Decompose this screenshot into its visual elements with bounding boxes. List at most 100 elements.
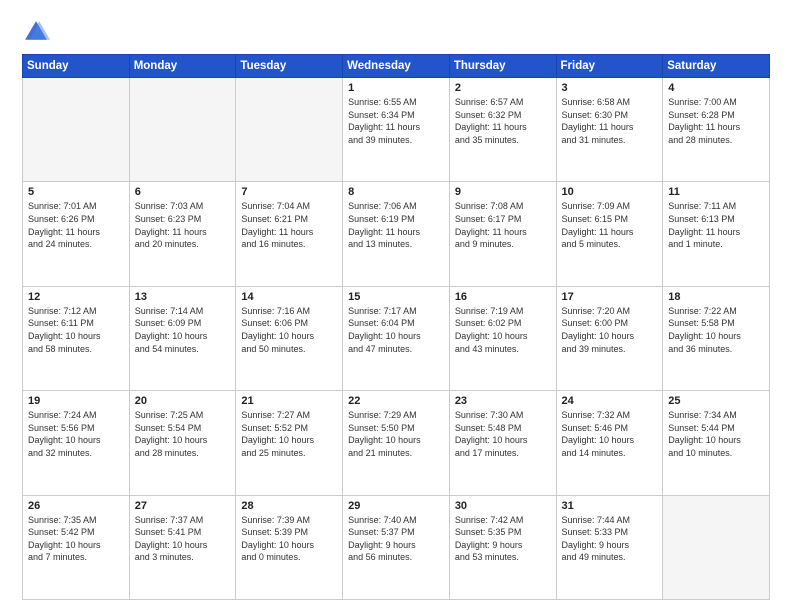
week-row-3: 12 Sunrise: 7:12 AM Sunset: 6:11 PM Dayli… (23, 286, 770, 390)
day-info: Sunrise: 7:19 AM Sunset: 6:02 PM Dayligh… (455, 305, 551, 355)
day-info: Sunrise: 7:17 AM Sunset: 6:04 PM Dayligh… (348, 305, 444, 355)
calendar-cell: 12 Sunrise: 7:12 AM Sunset: 6:11 PM Dayli… (23, 286, 130, 390)
day-info: Sunrise: 6:57 AM Sunset: 6:32 PM Dayligh… (455, 96, 551, 146)
calendar-cell: 7 Sunrise: 7:04 AM Sunset: 6:21 PM Daylig… (236, 182, 343, 286)
calendar-cell: 8 Sunrise: 7:06 AM Sunset: 6:19 PM Daylig… (343, 182, 450, 286)
day-info: Sunrise: 7:20 AM Sunset: 6:00 PM Dayligh… (562, 305, 658, 355)
col-header-thursday: Thursday (449, 55, 556, 78)
week-row-2: 5 Sunrise: 7:01 AM Sunset: 6:26 PM Daylig… (23, 182, 770, 286)
logo (22, 18, 54, 46)
day-info: Sunrise: 7:37 AM Sunset: 5:41 PM Dayligh… (135, 514, 231, 564)
day-number: 7 (241, 186, 337, 198)
day-number: 27 (135, 500, 231, 512)
day-number: 23 (455, 395, 551, 407)
day-number: 3 (562, 82, 658, 94)
calendar-cell: 31Sunrise: 7:44 AM Sunset: 5:33 PM Dayli… (556, 495, 663, 599)
day-info: Sunrise: 7:44 AM Sunset: 5:33 PM Dayligh… (562, 514, 658, 564)
calendar-cell: 22 Sunrise: 7:29 AM Sunset: 5:50 PM Dayli… (343, 391, 450, 495)
day-info: Sunrise: 7:12 AM Sunset: 6:11 PM Dayligh… (28, 305, 124, 355)
col-header-monday: Monday (129, 55, 236, 78)
day-number: 2 (455, 82, 551, 94)
day-info: Sunrise: 7:06 AM Sunset: 6:19 PM Dayligh… (348, 200, 444, 250)
day-number: 13 (135, 291, 231, 303)
day-number: 11 (668, 186, 764, 198)
calendar-cell: 14 Sunrise: 7:16 AM Sunset: 6:06 PM Dayli… (236, 286, 343, 390)
day-number: 16 (455, 291, 551, 303)
calendar-cell: 2 Sunrise: 6:57 AM Sunset: 6:32 PM Daylig… (449, 78, 556, 182)
calendar-cell: 16 Sunrise: 7:19 AM Sunset: 6:02 PM Dayli… (449, 286, 556, 390)
day-info: Sunrise: 7:11 AM Sunset: 6:13 PM Dayligh… (668, 200, 764, 250)
calendar-cell: 20 Sunrise: 7:25 AM Sunset: 5:54 PM Dayli… (129, 391, 236, 495)
col-header-tuesday: Tuesday (236, 55, 343, 78)
calendar-cell: 5 Sunrise: 7:01 AM Sunset: 6:26 PM Daylig… (23, 182, 130, 286)
day-number: 4 (668, 82, 764, 94)
col-header-wednesday: Wednesday (343, 55, 450, 78)
day-number: 22 (348, 395, 444, 407)
day-info: Sunrise: 7:04 AM Sunset: 6:21 PM Dayligh… (241, 200, 337, 250)
day-info: Sunrise: 6:58 AM Sunset: 6:30 PM Dayligh… (562, 96, 658, 146)
day-number: 10 (562, 186, 658, 198)
page: SundayMondayTuesdayWednesdayThursdayFrid… (0, 0, 792, 612)
week-row-5: 26 Sunrise: 7:35 AM Sunset: 5:42 PM Dayli… (23, 495, 770, 599)
day-number: 5 (28, 186, 124, 198)
day-number: 12 (28, 291, 124, 303)
calendar-cell: 9 Sunrise: 7:08 AM Sunset: 6:17 PM Daylig… (449, 182, 556, 286)
calendar-cell: 28 Sunrise: 7:39 AM Sunset: 5:39 PM Dayli… (236, 495, 343, 599)
day-info: Sunrise: 7:25 AM Sunset: 5:54 PM Dayligh… (135, 409, 231, 459)
calendar-cell: 26 Sunrise: 7:35 AM Sunset: 5:42 PM Dayli… (23, 495, 130, 599)
day-number: 29 (348, 500, 444, 512)
calendar-cell: 24 Sunrise: 7:32 AM Sunset: 5:46 PM Dayli… (556, 391, 663, 495)
calendar-cell: 17 Sunrise: 7:20 AM Sunset: 6:00 PM Dayli… (556, 286, 663, 390)
day-info: Sunrise: 7:08 AM Sunset: 6:17 PM Dayligh… (455, 200, 551, 250)
calendar-cell: 30Sunrise: 7:42 AM Sunset: 5:35 PM Dayli… (449, 495, 556, 599)
calendar-cell (129, 78, 236, 182)
week-row-1: 1Sunrise: 6:55 AM Sunset: 6:34 PM Daylig… (23, 78, 770, 182)
day-number: 20 (135, 395, 231, 407)
calendar-cell: 25 Sunrise: 7:34 AM Sunset: 5:44 PM Dayli… (663, 391, 770, 495)
calendar-cell: 19Sunrise: 7:24 AM Sunset: 5:56 PM Dayli… (23, 391, 130, 495)
calendar-cell: 3 Sunrise: 6:58 AM Sunset: 6:30 PM Daylig… (556, 78, 663, 182)
day-number: 17 (562, 291, 658, 303)
calendar-cell: 27 Sunrise: 7:37 AM Sunset: 5:41 PM Dayli… (129, 495, 236, 599)
day-number: 24 (562, 395, 658, 407)
day-info: Sunrise: 7:40 AM Sunset: 5:37 PM Dayligh… (348, 514, 444, 564)
day-number: 8 (348, 186, 444, 198)
calendar-cell: 23 Sunrise: 7:30 AM Sunset: 5:48 PM Dayli… (449, 391, 556, 495)
header (22, 18, 770, 46)
day-info: Sunrise: 7:42 AM Sunset: 5:35 PM Dayligh… (455, 514, 551, 564)
day-info: Sunrise: 7:09 AM Sunset: 6:15 PM Dayligh… (562, 200, 658, 250)
calendar-cell: 1Sunrise: 6:55 AM Sunset: 6:34 PM Daylig… (343, 78, 450, 182)
day-number: 28 (241, 500, 337, 512)
calendar-table: SundayMondayTuesdayWednesdayThursdayFrid… (22, 54, 770, 600)
day-number: 19 (28, 395, 124, 407)
day-info: Sunrise: 7:34 AM Sunset: 5:44 PM Dayligh… (668, 409, 764, 459)
col-header-friday: Friday (556, 55, 663, 78)
day-number: 26 (28, 500, 124, 512)
day-number: 6 (135, 186, 231, 198)
day-number: 14 (241, 291, 337, 303)
col-header-saturday: Saturday (663, 55, 770, 78)
calendar-cell: 15 Sunrise: 7:17 AM Sunset: 6:04 PM Dayli… (343, 286, 450, 390)
logo-icon (22, 18, 50, 46)
day-info: Sunrise: 7:30 AM Sunset: 5:48 PM Dayligh… (455, 409, 551, 459)
week-row-4: 19Sunrise: 7:24 AM Sunset: 5:56 PM Dayli… (23, 391, 770, 495)
day-info: Sunrise: 7:16 AM Sunset: 6:06 PM Dayligh… (241, 305, 337, 355)
day-number: 25 (668, 395, 764, 407)
day-number: 15 (348, 291, 444, 303)
day-info: Sunrise: 7:39 AM Sunset: 5:39 PM Dayligh… (241, 514, 337, 564)
day-info: Sunrise: 7:01 AM Sunset: 6:26 PM Dayligh… (28, 200, 124, 250)
day-number: 1 (348, 82, 444, 94)
day-info: Sunrise: 7:32 AM Sunset: 5:46 PM Dayligh… (562, 409, 658, 459)
calendar-cell: 29 Sunrise: 7:40 AM Sunset: 5:37 PM Dayli… (343, 495, 450, 599)
calendar-cell: 4 Sunrise: 7:00 AM Sunset: 6:28 PM Daylig… (663, 78, 770, 182)
calendar-cell: 18Sunrise: 7:22 AM Sunset: 5:58 PM Dayli… (663, 286, 770, 390)
day-info: Sunrise: 7:00 AM Sunset: 6:28 PM Dayligh… (668, 96, 764, 146)
day-info: Sunrise: 7:29 AM Sunset: 5:50 PM Dayligh… (348, 409, 444, 459)
calendar-cell: 6Sunrise: 7:03 AM Sunset: 6:23 PM Daylig… (129, 182, 236, 286)
day-number: 21 (241, 395, 337, 407)
calendar-cell: 21Sunrise: 7:27 AM Sunset: 5:52 PM Dayli… (236, 391, 343, 495)
calendar-cell (236, 78, 343, 182)
calendar-cell: 11 Sunrise: 7:11 AM Sunset: 6:13 PM Dayli… (663, 182, 770, 286)
day-number: 9 (455, 186, 551, 198)
day-info: Sunrise: 7:35 AM Sunset: 5:42 PM Dayligh… (28, 514, 124, 564)
